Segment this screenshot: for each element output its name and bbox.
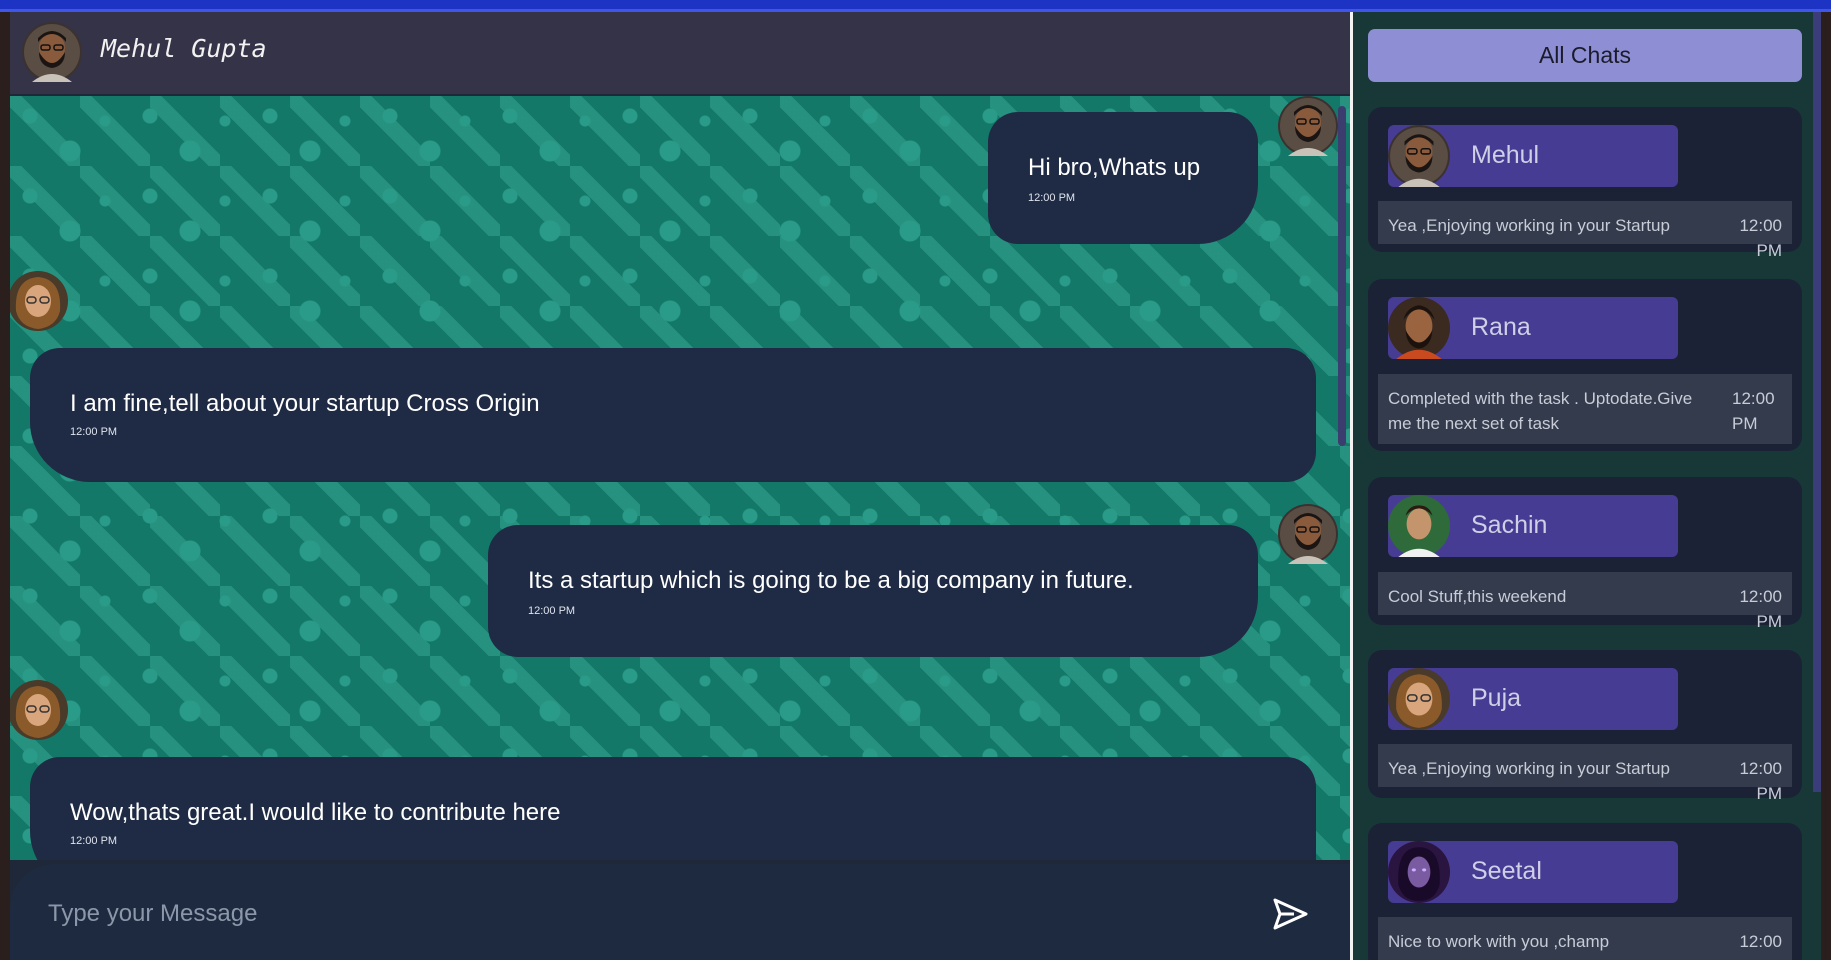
messages-area[interactable]: Hi bro,Whats up 12:00 PM I am fine,tell … [10,96,1350,860]
chat-preview: Cool Stuff,this weekend 12:00 PM [1378,572,1792,631]
message-input[interactable] [48,896,1248,932]
send-icon[interactable] [1270,894,1310,934]
chat-name: Rana [1471,313,1531,341]
chat-list-item[interactable]: Rana Completed with the task . Uptodate.… [1368,279,1802,451]
chat-preview-time: 12:00 PM [1739,759,1782,803]
chat-name: Seetal [1471,857,1542,885]
contact-name: Mehul Gupta [101,34,267,63]
chat-name: Sachin [1471,511,1548,539]
chat-panel: Mehul Gupta Hi bro,Whats up 12:00 PM I a… [10,12,1350,960]
message-bubble-outgoing: Hi bro,Whats up 12:00 PM [988,112,1258,244]
chat-preview: Yea ,Enjoying working in your Startup 12… [1378,744,1792,803]
avatar-icon [1388,495,1450,557]
chat-preview-text: Yea ,Enjoying working in your Startup [1388,216,1670,235]
message-text: Wow,thats great.I would like to contribu… [70,799,561,826]
chat-list-sidebar: All Chats Mehul Yea ,Enjoying working in… [1353,12,1821,960]
window-top-bar [0,0,1831,12]
receiver-avatar-icon [10,680,68,740]
chat-list-item[interactable]: Seetal Nice to work with you ,champ 12:0… [1368,823,1802,960]
chat-list-item[interactable]: Sachin Cool Stuff,this weekend 12:00 PM [1368,477,1802,631]
message-text: I am fine,tell about your startup Cross … [70,390,540,417]
message-time: 12:00 PM [70,426,118,438]
message-text: Hi bro,Whats up [1028,154,1201,181]
chat-preview-text: Nice to work with you ,champ [1388,932,1610,951]
chat-preview-text: Cool Stuff,this weekend [1388,587,1567,606]
chat-preview-time: 12:00 PM [1739,216,1782,260]
chat-preview: Yea ,Enjoying working in your Startup 12… [1378,201,1792,260]
chat-preview-time: 12:00 PM [1739,932,1782,960]
avatar-icon [1388,125,1450,187]
chat-preview-text: Yea ,Enjoying working in your Startup [1388,759,1670,778]
chat-preview-time: 12:00 PM [1739,587,1782,631]
sender-avatar-icon [1278,504,1338,564]
chat-preview-time: 12:00 PM [1732,389,1775,433]
message-bubble-outgoing: Its a startup which is going to be a big… [488,525,1258,657]
receiver-avatar-icon [10,271,68,331]
chat-list-item[interactable]: Mehul Yea ,Enjoying working in your Star… [1368,107,1802,260]
messages-scrollbar[interactable] [1338,106,1346,446]
message-time: 12:00 PM [1028,192,1076,204]
message-input-bar [10,864,1350,960]
avatar-icon [1388,668,1450,730]
chat-preview: Completed with the task . Uptodate.Give … [1378,374,1792,444]
message-text: Its a startup which is going to be a big… [528,567,1134,594]
avatar-icon [1388,841,1450,903]
chat-name: Puja [1471,684,1522,712]
sidebar-scrollbar[interactable] [1813,12,1821,792]
message-bubble-incoming: Wow,thats great.I would like to contribu… [30,757,1316,860]
chat-list-item[interactable]: Puja Yea ,Enjoying working in your Start… [1368,650,1802,803]
message-bubble-incoming: I am fine,tell about your startup Cross … [30,348,1316,482]
contact-avatar-icon[interactable] [22,22,82,82]
chat-preview-text: Completed with the task . Uptodate.Give … [1388,389,1693,433]
avatar-icon [1388,297,1450,359]
message-time: 12:00 PM [528,605,576,617]
all-chats-button[interactable]: All Chats [1368,29,1802,82]
chat-name: Mehul [1471,141,1540,169]
sender-avatar-icon [1278,96,1338,156]
chat-preview: Nice to work with you ,champ 12:00 PM [1378,917,1792,960]
message-time: 12:00 PM [70,835,118,847]
chat-header: Mehul Gupta [10,12,1350,94]
